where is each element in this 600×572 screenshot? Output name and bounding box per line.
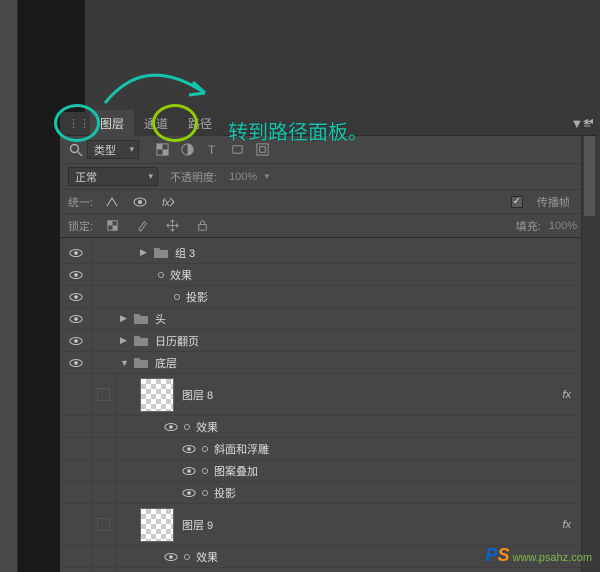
- lock-all-icon[interactable]: [191, 216, 213, 236]
- layer-row-calendar[interactable]: ▶ 日历翻页: [60, 330, 597, 352]
- visibility-icon[interactable]: [164, 422, 178, 432]
- layer-row-group-top[interactable]: ▶ 组 3: [60, 242, 597, 264]
- layer-label: 日历翻页: [155, 333, 199, 349]
- watermark: P S www.psahz.com: [485, 545, 592, 566]
- opacity-value[interactable]: 100%: [229, 171, 269, 183]
- effect-label: 投影: [214, 485, 236, 501]
- watermark-p: P: [485, 545, 497, 566]
- visibility-icon[interactable]: [182, 466, 196, 476]
- layer-row-shadow[interactable]: 投影: [60, 286, 597, 308]
- lock-row: 锁定: 填充: 100%: [60, 214, 597, 238]
- fx-badge[interactable]: fx: [562, 519, 571, 531]
- blend-mode-select[interactable]: 正常: [68, 167, 158, 186]
- folder-icon: [133, 356, 149, 369]
- visibility-icon[interactable]: [69, 292, 83, 302]
- layer-row-layer9[interactable]: 图层 9 fx▾: [60, 504, 597, 546]
- layer-row-head[interactable]: ▶头: [60, 308, 597, 330]
- visibility-icon[interactable]: [69, 314, 83, 324]
- lock-label: 锁定:: [68, 218, 93, 234]
- fx-label: 效果: [196, 419, 218, 435]
- fx-label: 效果: [196, 549, 218, 565]
- layer-row-shadow2[interactable]: 投影: [60, 482, 597, 504]
- opacity-label: 不透明度:: [170, 169, 217, 185]
- bullet-icon: [184, 554, 190, 560]
- chevron-right-icon[interactable]: ▶: [120, 313, 130, 324]
- layer-row-fx[interactable]: 效果: [60, 264, 597, 286]
- svg-text:T: T: [207, 143, 215, 157]
- bullet-icon: [184, 424, 190, 430]
- bullet-icon: [202, 490, 208, 496]
- layer-row-layer8[interactable]: 图层 8 fx▾: [60, 374, 597, 416]
- effect-label: 斜面和浮雕: [214, 441, 269, 457]
- visibility-icon[interactable]: [182, 444, 196, 454]
- unify-row: 统一: fx ✓ 传播帧 1: [60, 190, 597, 214]
- layer-row-bevel2[interactable]: 斜面和浮雕: [60, 568, 597, 572]
- lock-move-icon[interactable]: [161, 216, 183, 236]
- layer-row-base[interactable]: ▼ 底层: [60, 352, 597, 374]
- visibility-icon[interactable]: [164, 552, 178, 562]
- folder-icon: [133, 334, 149, 347]
- lock-trans-icon[interactable]: [101, 216, 123, 236]
- svg-text:fx: fx: [162, 198, 171, 209]
- filter-adjust-icon[interactable]: [176, 140, 198, 160]
- layer-label: 图层 9: [182, 517, 213, 533]
- unify-label: 统一:: [68, 194, 93, 210]
- filter-pixel-icon[interactable]: [151, 140, 173, 160]
- bullet-icon: [202, 446, 208, 452]
- blend-row: 正常 不透明度: 100%: [60, 164, 597, 190]
- visibility-icon[interactable]: [69, 358, 83, 368]
- unify-position-icon[interactable]: [103, 194, 121, 210]
- layer-thumbnail: [140, 508, 174, 542]
- scrollbar-thumb[interactable]: [584, 136, 595, 216]
- scrollbar[interactable]: [581, 136, 597, 572]
- folder-icon: [153, 246, 169, 259]
- fill-label: 填充:: [516, 218, 541, 234]
- watermark-domain: www.psahz.com: [513, 552, 592, 564]
- effect-label: 图案叠加: [214, 463, 258, 479]
- layer-label: 头: [155, 311, 166, 327]
- visibility-icon[interactable]: [69, 248, 83, 258]
- bullet-icon: [174, 294, 180, 300]
- bullet-icon: [158, 272, 164, 278]
- fx-badge[interactable]: fx: [562, 389, 571, 401]
- annotation-text: 转到路径面板。: [228, 116, 368, 145]
- fx-label: 效果: [170, 267, 192, 283]
- unify-style-icon[interactable]: fx: [159, 194, 177, 210]
- layers-panel: ⋮⋮ 图层 通道 路径 ◂◂ ▼≡ 类型 T 正常 不透明度: 100% 统一:…: [60, 112, 597, 572]
- propagate-label: 传播帧: [537, 194, 570, 210]
- chevron-right-icon[interactable]: ▶: [140, 247, 150, 258]
- layer-label: 底层: [155, 355, 177, 371]
- layer-label: 图层 8: [182, 387, 213, 403]
- search-icon[interactable]: [68, 142, 84, 158]
- folder-icon: [133, 312, 149, 325]
- ruler: [0, 0, 18, 572]
- visibility-icon[interactable]: [69, 336, 83, 346]
- chevron-down-icon[interactable]: ▼: [120, 358, 130, 368]
- watermark-s: S: [498, 545, 510, 566]
- filter-kind-select[interactable]: 类型: [87, 140, 139, 159]
- chevron-right-icon[interactable]: ▶: [120, 335, 130, 346]
- filter-type-icon[interactable]: T: [201, 140, 223, 160]
- lock-paint-icon[interactable]: [131, 216, 153, 236]
- propagate-checkbox[interactable]: ✓: [511, 196, 523, 208]
- layer-thumbnail: [140, 378, 174, 412]
- bullet-icon: [202, 468, 208, 474]
- visibility-icon[interactable]: [182, 488, 196, 498]
- panel-menu-icon[interactable]: ▼≡: [571, 116, 591, 131]
- lock-indicator[interactable]: [97, 518, 110, 531]
- layer-tree: ▶组 3 效果 投影 ▶头 ▶日历翻页 ▼底层 图层 8 fx▾: [60, 242, 597, 572]
- layer-row-pattern[interactable]: 图案叠加: [60, 460, 597, 482]
- annotation-circle-from: [54, 104, 100, 142]
- visibility-icon[interactable]: [69, 270, 83, 280]
- layer-label: 组 3: [175, 245, 195, 261]
- lock-indicator[interactable]: [97, 388, 110, 401]
- layer-row-bevel[interactable]: 斜面和浮雕: [60, 438, 597, 460]
- layer-row-fx2[interactable]: 效果: [60, 416, 597, 438]
- annotation-circle-to: [152, 104, 198, 142]
- shadow-label: 投影: [186, 289, 208, 305]
- unify-visibility-icon[interactable]: [131, 194, 149, 210]
